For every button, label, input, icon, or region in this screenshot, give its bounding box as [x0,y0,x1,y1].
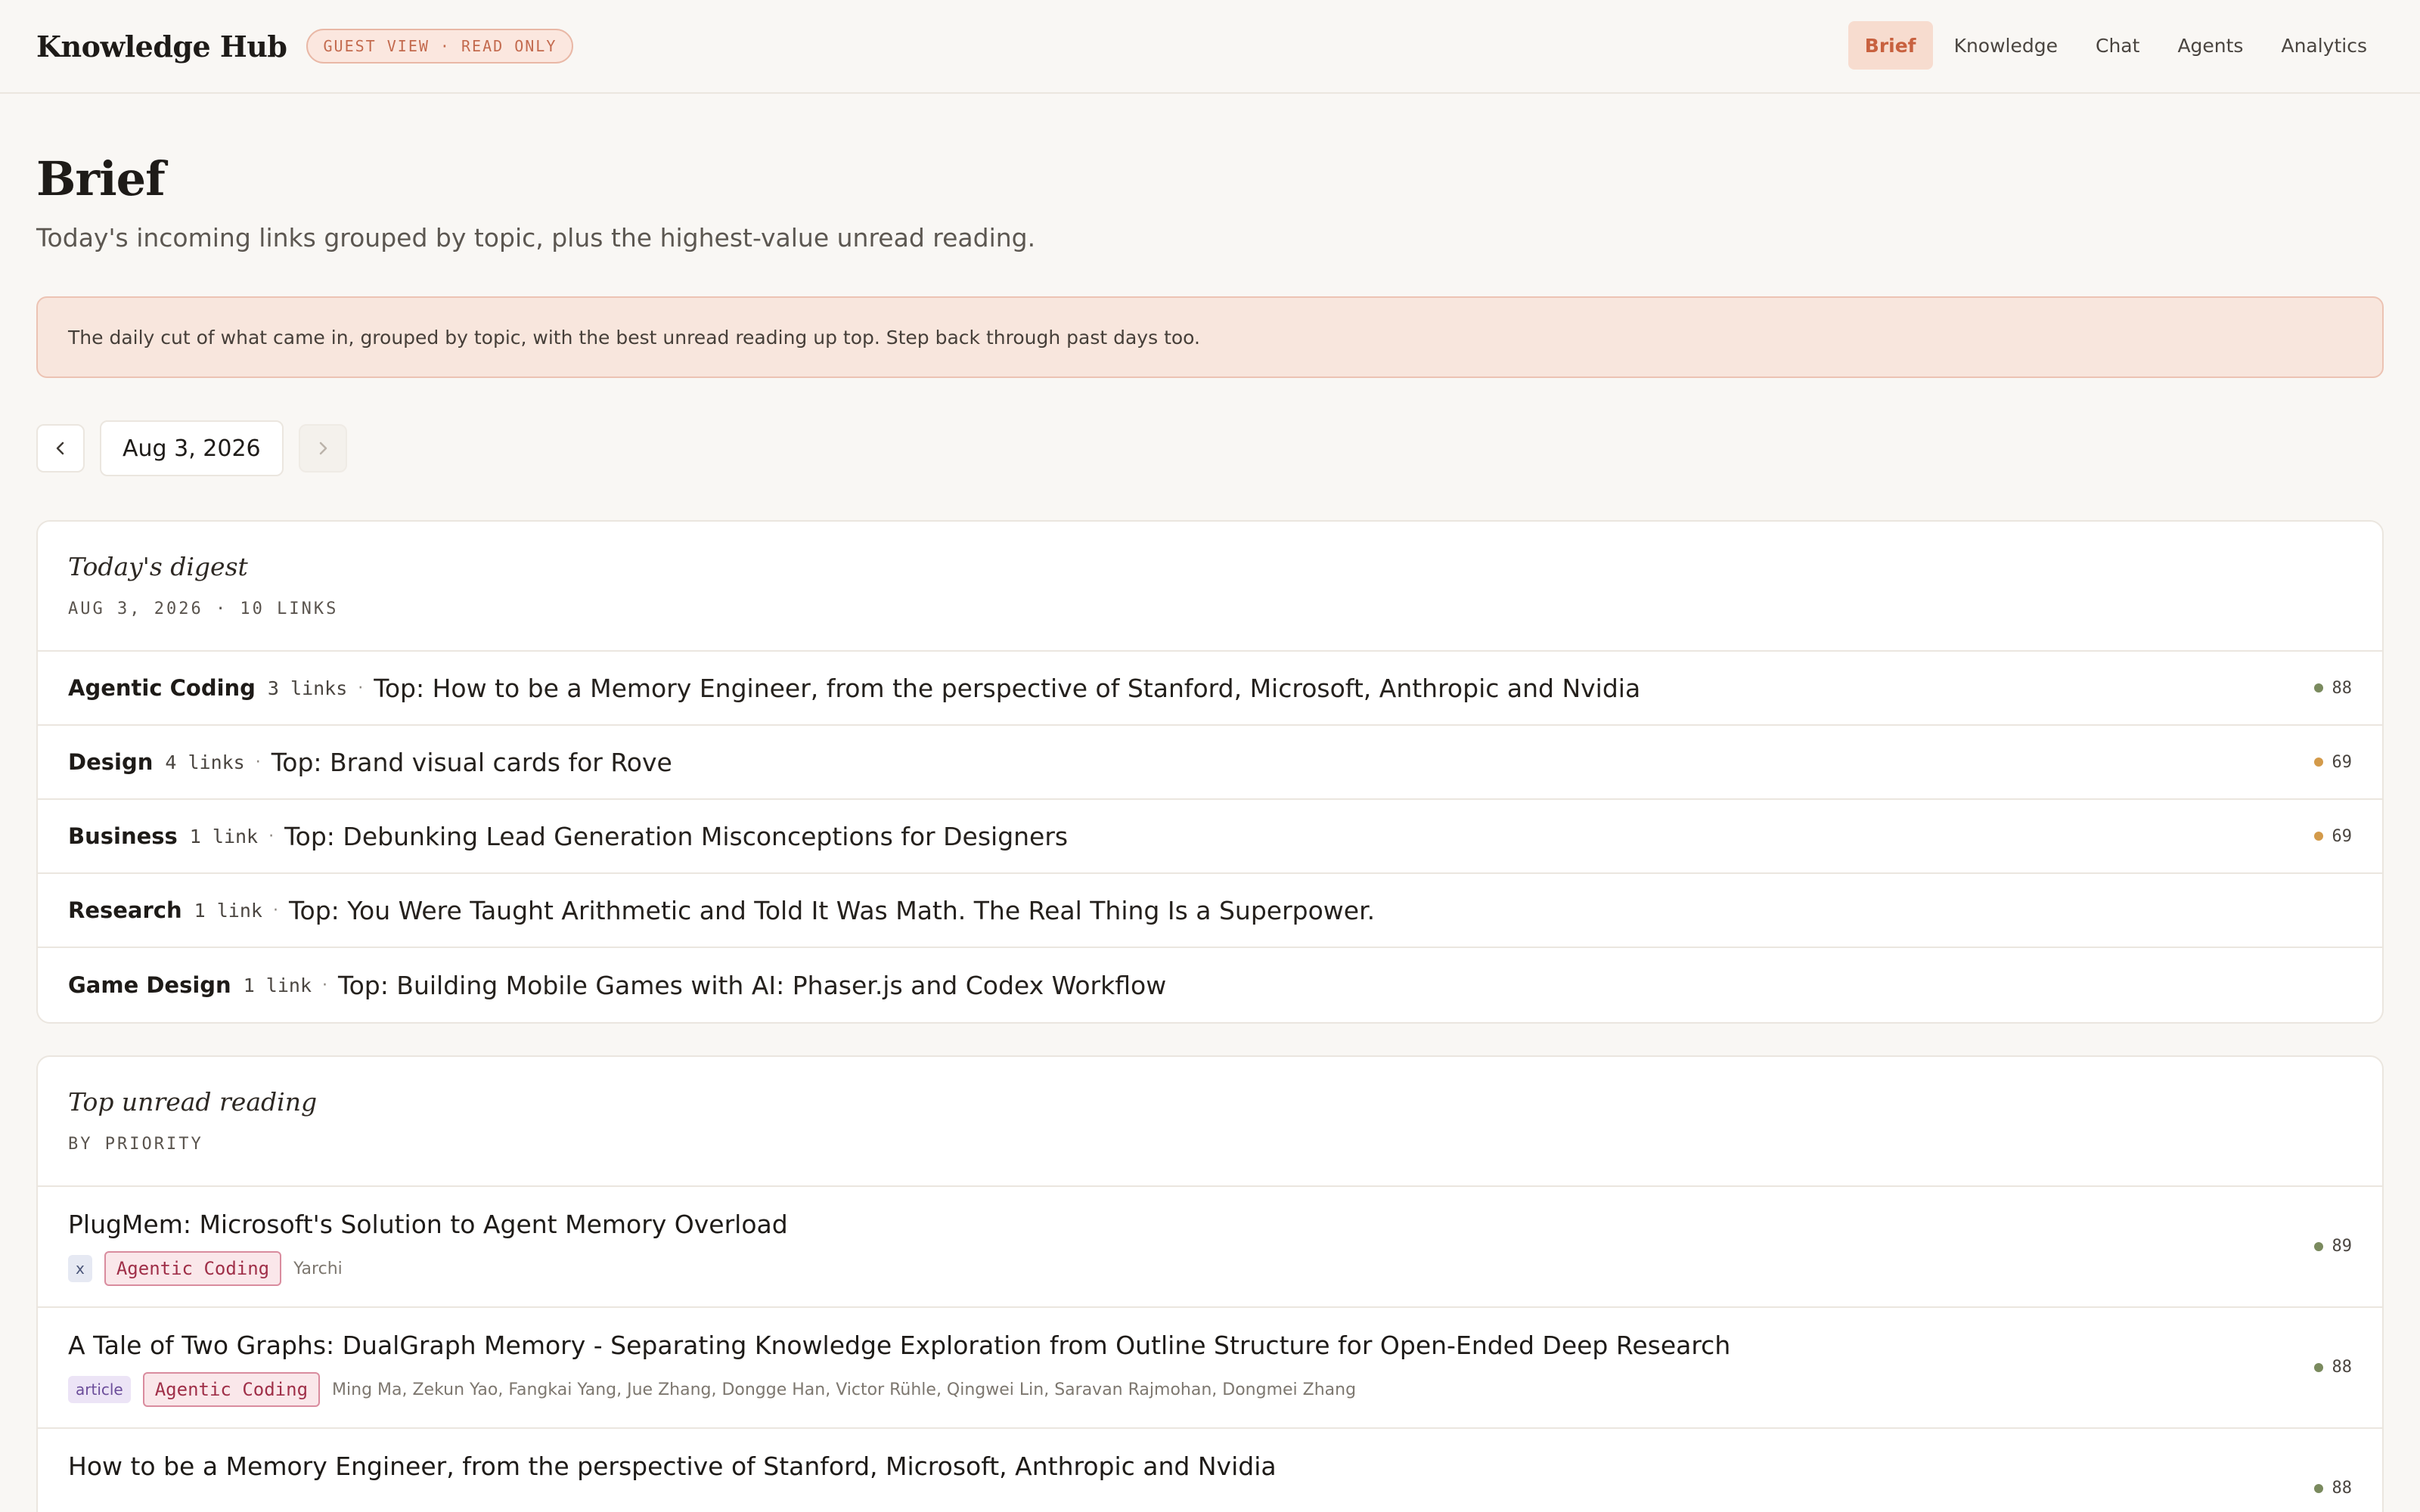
link-count: 1 link [243,974,312,996]
score-indicator: 88 [2313,678,2353,698]
digest-row[interactable]: Research 1 link · Top: You Were Taught A… [38,874,2382,948]
score-dot-icon [2313,1362,2323,1372]
topic-name: Research [68,897,182,923]
reading-title: Top unread reading [68,1087,318,1117]
score-indicator: 89 [2313,1237,2353,1256]
nav-item-agents[interactable]: Agents [2161,21,2260,70]
top-link-title[interactable]: Top: Brand visual cards for Rove [271,748,672,777]
info-notice: The daily cut of what came in, grouped b… [36,296,2384,378]
reading-item[interactable]: How to be a Memory Engineer, from the pe… [38,1429,2382,1512]
separator: · [322,975,328,995]
separator: · [268,826,275,846]
topic-name: Business [68,823,178,849]
authors: Ming Ma, Zekun Yao, Fangkai Yang, Jue Zh… [332,1380,1357,1399]
authors: Yarchi [293,1259,343,1278]
reading-item-title[interactable]: A Tale of Two Graphs: DualGraph Memory -… [68,1331,2352,1360]
digest-title: Today's digest [68,552,248,581]
next-day-button[interactable] [298,424,347,472]
reading-item[interactable]: PlugMem: Microsoft's Solution to Agent M… [38,1187,2382,1308]
digest-row[interactable]: Business 1 link · Top: Debunking Lead Ge… [38,800,2382,874]
score-indicator: 69 [2313,752,2353,772]
reading-item-meta: x Agentic Coding Yarchi [68,1251,2352,1286]
source-badge: x [68,1255,92,1282]
score-dot-icon [2313,758,2323,767]
score-dot-icon [2313,1483,2323,1493]
digest-meta: AUG 3, 2026 · 10 LINKS [68,600,339,618]
chevron-left-icon [56,442,64,455]
score-dot-icon [2313,832,2323,841]
brand-title[interactable]: Knowledge Hub [36,29,287,64]
nav-item-analytics[interactable]: Analytics [2264,21,2384,70]
reading-item-title[interactable]: How to be a Memory Engineer, from the pe… [68,1452,2352,1481]
reading-item[interactable]: A Tale of Two Graphs: DualGraph Memory -… [38,1308,2382,1429]
chevron-right-icon [319,442,327,455]
score-indicator: 69 [2313,826,2353,846]
score-indicator: 88 [2313,1479,2353,1498]
digest-card: Today's digest AUG 3, 2026 · 10 LINKS Ag… [36,520,2384,1024]
topic-name: Game Design [68,972,231,998]
topic-name: Agentic Coding [68,675,256,701]
score-value: 88 [2332,678,2353,698]
score-dot-icon [2313,683,2323,692]
top-link-title[interactable]: Top: Building Mobile Games with AI: Phas… [338,971,1166,1000]
score-value: 88 [2332,1479,2353,1498]
digest-row[interactable]: Game Design 1 link · Top: Building Mobil… [38,948,2382,1022]
score-value: 88 [2332,1358,2353,1377]
page-title: Brief [36,151,166,206]
score-dot-icon [2313,1241,2323,1251]
reading-card: Top unread reading BY PRIORITY PlugMem: … [36,1055,2384,1512]
link-count: 1 link [194,899,262,922]
main-nav: Brief Knowledge Chat Agents Analytics [1848,21,2384,70]
reading-item-title[interactable]: PlugMem: Microsoft's Solution to Agent M… [68,1210,2352,1239]
link-count: 4 links [165,751,245,773]
separator: · [255,752,261,772]
top-link-title[interactable]: Top: Debunking Lead Generation Misconcep… [284,822,1068,851]
link-count: 1 link [189,825,259,847]
digest-row[interactable]: Agentic Coding 3 links · Top: How to be … [38,652,2382,726]
link-count: 3 links [267,677,348,699]
guest-view-badge: GUEST VIEW · READ ONLY [306,29,574,64]
separator: · [272,900,278,920]
score-value: 89 [2332,1237,2353,1256]
digest-header: Today's digest AUG 3, 2026 · 10 LINKS [38,522,2382,652]
reading-header: Top unread reading BY PRIORITY [38,1057,2382,1187]
nav-item-chat[interactable]: Chat [2079,21,2156,70]
score-value: 69 [2332,752,2353,772]
top-bar: Knowledge Hub GUEST VIEW · READ ONLY Bri… [0,0,2420,94]
score-value: 69 [2332,826,2353,846]
reading-meta: BY PRIORITY [68,1135,203,1154]
separator: · [358,678,364,698]
main-content: Brief Today's incoming links grouped by … [0,151,2420,1512]
topic-tag[interactable]: Agentic Coding [142,1372,321,1407]
previous-day-button[interactable] [36,424,85,472]
reading-item-meta: article Agentic Coding Ming Ma, Zekun Ya… [68,1372,2352,1407]
top-link-title[interactable]: Top: You Were Taught Arithmetic and Told… [289,896,1375,925]
topic-tag[interactable]: Agentic Coding [104,1251,282,1286]
digest-row[interactable]: Design 4 links · Top: Brand visual cards… [38,726,2382,800]
date-navigator: Aug 3, 2026 [36,420,2384,476]
score-indicator: 88 [2313,1358,2353,1377]
current-date[interactable]: Aug 3, 2026 [100,420,284,476]
top-link-title[interactable]: Top: How to be a Memory Engineer, from t… [374,674,1640,703]
nav-item-brief[interactable]: Brief [1848,21,1933,70]
page-subtitle: Today's incoming links grouped by topic,… [36,223,1036,253]
topic-name: Design [68,749,154,775]
source-badge: article [68,1376,131,1403]
nav-item-knowledge[interactable]: Knowledge [1938,21,2074,70]
